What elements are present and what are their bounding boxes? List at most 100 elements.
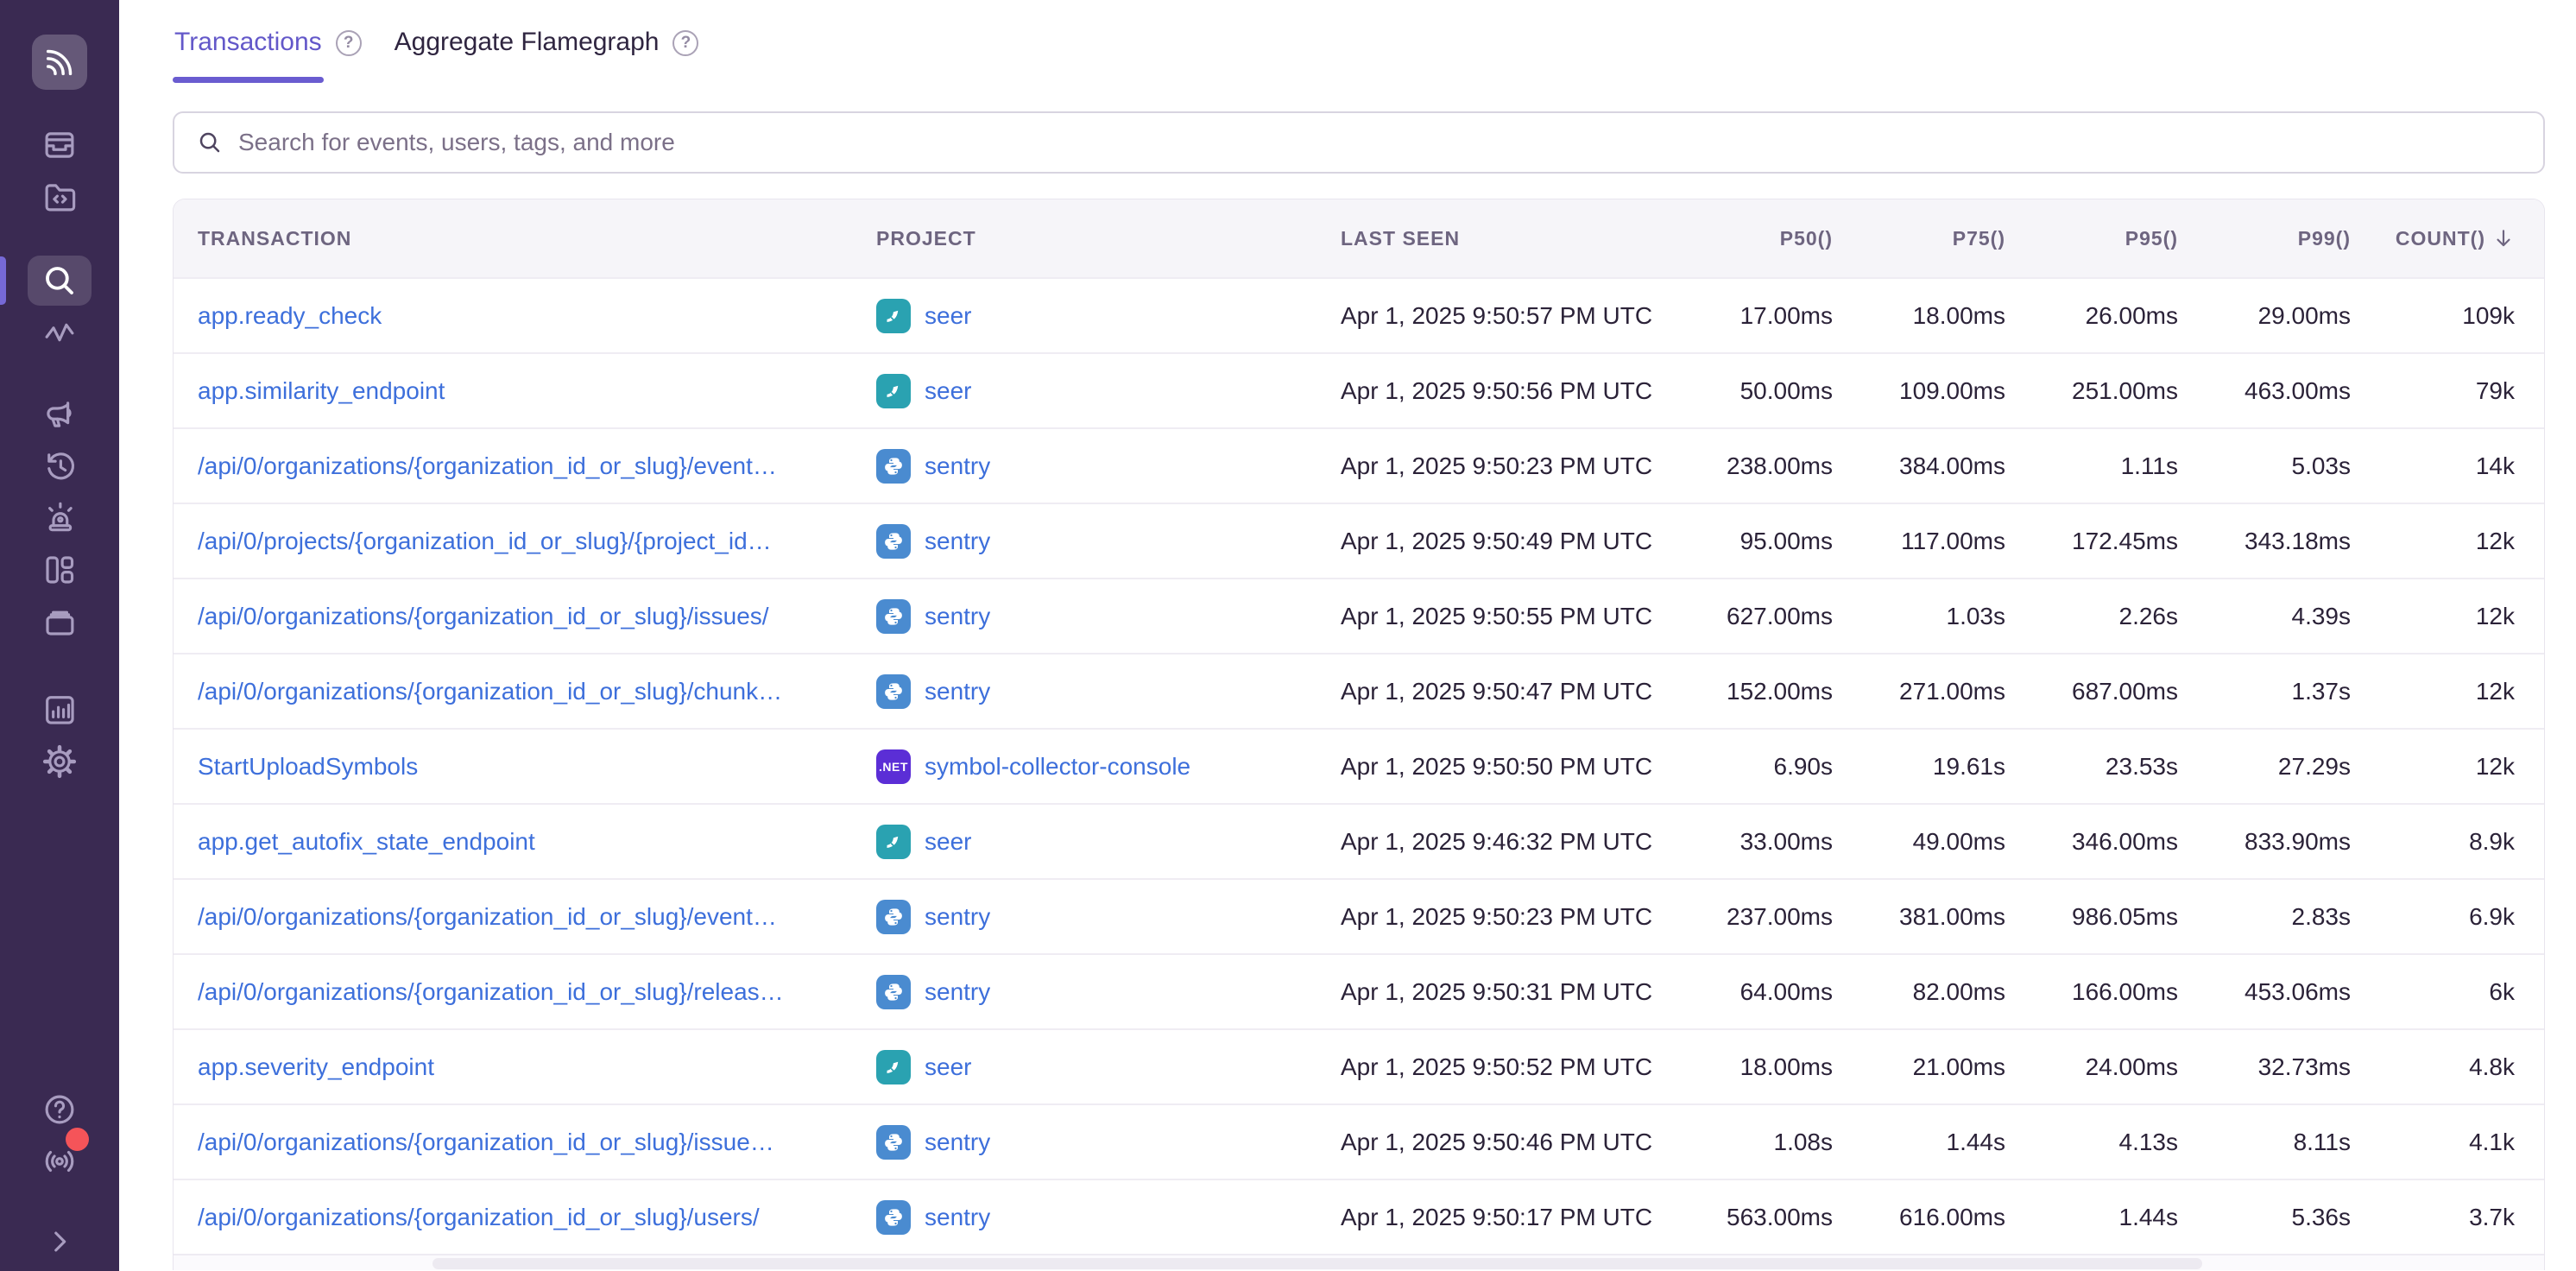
- column-header-p99[interactable]: P99(): [2178, 227, 2351, 250]
- count-value: 8.9k: [2351, 828, 2515, 856]
- transaction-link[interactable]: /api/0/organizations/{organization_id_or…: [198, 1129, 850, 1156]
- project-cell: .NET sentry: [876, 599, 1341, 634]
- transaction-link[interactable]: app.get_autofix_state_endpoint: [198, 828, 850, 856]
- help-icon[interactable]: ?: [336, 30, 362, 56]
- p75-value: 616.00ms: [1833, 1204, 2005, 1231]
- transaction-link[interactable]: app.severity_endpoint: [198, 1053, 850, 1081]
- table-row[interactable]: StartUploadSymbols .NET symbol-collector…: [174, 728, 2544, 803]
- project-link[interactable]: seer: [925, 828, 971, 856]
- project-cell: .NET seer: [876, 1050, 1341, 1084]
- p75-value: 49.00ms: [1833, 828, 2005, 856]
- project-link[interactable]: sentry: [925, 1204, 990, 1231]
- table-row[interactable]: /api/0/organizations/{organization_id_or…: [174, 953, 2544, 1028]
- project-link[interactable]: sentry: [925, 452, 990, 480]
- column-header-project[interactable]: PROJECT: [876, 227, 1341, 250]
- tab-aggregate-flamegraph[interactable]: Aggregate Flamegraph ?: [393, 16, 699, 83]
- sidebar-item-traces[interactable]: [0, 307, 119, 358]
- table-row[interactable]: /api/0/organizations/{organization_id_or…: [174, 578, 2544, 653]
- sidebar-item-settings[interactable]: [0, 736, 119, 787]
- transaction-link[interactable]: StartUploadSymbols: [198, 753, 850, 781]
- python-icon: [881, 979, 906, 1005]
- project-link[interactable]: seer: [925, 377, 971, 405]
- project-link[interactable]: sentry: [925, 978, 990, 1006]
- column-header-transaction[interactable]: TRANSACTION: [198, 227, 876, 250]
- project-link[interactable]: sentry: [925, 678, 990, 705]
- column-header-count[interactable]: COUNT(): [2351, 227, 2515, 250]
- project-link[interactable]: seer: [925, 302, 971, 330]
- table-row[interactable]: /api/0/organizations/{organization_id_or…: [174, 1179, 2544, 1254]
- sidebar-item-stats[interactable]: [0, 684, 119, 736]
- p99-value: 32.73ms: [2178, 1053, 2351, 1081]
- table-row[interactable]: app.similarity_endpoint .NET seer Apr 1,…: [174, 352, 2544, 427]
- table-header: TRANSACTION PROJECT LAST SEEN P50() P75(…: [174, 199, 2544, 277]
- search-icon: [197, 130, 223, 155]
- table-row[interactable]: /api/0/organizations/{organization_id_or…: [174, 1103, 2544, 1179]
- table-row[interactable]: /api/0/organizations/{organization_id_or…: [174, 878, 2544, 953]
- table-row[interactable]: /api/0/organizations/{organization_id_or…: [174, 653, 2544, 728]
- p95-value: 986.05ms: [2005, 903, 2178, 931]
- search-nav-icon: [41, 262, 78, 299]
- sentry-logo-icon: [42, 45, 77, 79]
- sidebar-item-home[interactable]: [0, 0, 119, 90]
- transaction-link[interactable]: /api/0/organizations/{organization_id_or…: [198, 1204, 850, 1231]
- p50-value: 64.00ms: [1660, 978, 1833, 1006]
- p95-value: 4.13s: [2005, 1129, 2178, 1156]
- sidebar-expand-button[interactable]: [0, 1216, 119, 1268]
- column-header-p75[interactable]: P75(): [1833, 227, 2005, 250]
- count-value: 6k: [2351, 978, 2515, 1006]
- transaction-link[interactable]: /api/0/organizations/{organization_id_or…: [198, 452, 850, 480]
- sidebar-item-explore[interactable]: [0, 171, 119, 223]
- column-header-last-seen[interactable]: LAST SEEN: [1341, 227, 1660, 250]
- transaction-link[interactable]: /api/0/organizations/{organization_id_or…: [198, 978, 850, 1006]
- p95-value: 2.26s: [2005, 603, 2178, 630]
- sidebar-item-feedback[interactable]: [0, 389, 119, 440]
- transaction-link[interactable]: /api/0/organizations/{organization_id_or…: [198, 678, 850, 705]
- p75-value: 18.00ms: [1833, 302, 2005, 330]
- transaction-link[interactable]: app.similarity_endpoint: [198, 377, 850, 405]
- transaction-link[interactable]: /api/0/organizations/{organization_id_or…: [198, 603, 850, 630]
- project-link[interactable]: symbol-collector-console: [925, 753, 1190, 781]
- transaction-link[interactable]: /api/0/projects/{organization_id_or_slug…: [198, 528, 850, 555]
- sidebar-item-alerts[interactable]: [0, 492, 119, 544]
- project-link[interactable]: seer: [925, 1053, 971, 1081]
- help-icon[interactable]: ?: [672, 30, 698, 56]
- issues-icon: [41, 127, 78, 163]
- transaction-link[interactable]: app.ready_check: [198, 302, 850, 330]
- column-header-p50[interactable]: P50(): [1660, 227, 1833, 250]
- tab-transactions[interactable]: Transactions ?: [173, 16, 362, 83]
- project-link[interactable]: sentry: [925, 603, 990, 630]
- p99-value: 463.00ms: [2178, 377, 2351, 405]
- table-row[interactable]: app.ready_check .NET seer Apr 1, 2025 9:…: [174, 277, 2544, 352]
- sidebar-item-replays[interactable]: [0, 440, 119, 492]
- project-cell: .NET sentry: [876, 1200, 1341, 1235]
- transaction-link[interactable]: /api/0/organizations/{organization_id_or…: [198, 903, 850, 931]
- sidebar-item-issues[interactable]: [0, 119, 119, 171]
- python-icon: [881, 528, 906, 554]
- sidebar-item-whats-new[interactable]: [0, 1135, 119, 1187]
- sidebar-item-help[interactable]: [0, 1084, 119, 1135]
- search-bar[interactable]: [173, 111, 2545, 174]
- project-link[interactable]: sentry: [925, 903, 990, 931]
- table-row[interactable]: /api/0/projects/{organization_id_or_slug…: [174, 503, 2544, 578]
- project-icon: .NET: [876, 674, 911, 709]
- p75-value: 19.61s: [1833, 753, 2005, 781]
- table-row[interactable]: app.get_autofix_state_endpoint .NET seer…: [174, 803, 2544, 878]
- project-cell: .NET symbol-collector-console: [876, 749, 1341, 784]
- p50-value: 238.00ms: [1660, 452, 1833, 480]
- sidebar-item-search[interactable]: [0, 255, 119, 307]
- column-header-p95[interactable]: P95(): [2005, 227, 2178, 250]
- table-row[interactable]: /api/0/organizations/{organization_id_or…: [174, 427, 2544, 503]
- project-link[interactable]: sentry: [925, 1129, 990, 1156]
- sentry-logo-tile[interactable]: [32, 35, 87, 90]
- sidebar-item-dashboards[interactable]: [0, 544, 119, 596]
- sidebar-item-releases[interactable]: [0, 596, 119, 648]
- p95-value: 687.00ms: [2005, 678, 2178, 705]
- scrollbar-thumb[interactable]: [432, 1258, 2202, 1269]
- p50-value: 237.00ms: [1660, 903, 1833, 931]
- p75-value: 21.00ms: [1833, 1053, 2005, 1081]
- project-link[interactable]: sentry: [925, 528, 990, 555]
- horizontal-scrollbar[interactable]: [174, 1254, 2544, 1270]
- table-row[interactable]: app.severity_endpoint .NET seer Apr 1, 2…: [174, 1028, 2544, 1103]
- count-value: 109k: [2351, 302, 2515, 330]
- search-input[interactable]: [238, 129, 2521, 156]
